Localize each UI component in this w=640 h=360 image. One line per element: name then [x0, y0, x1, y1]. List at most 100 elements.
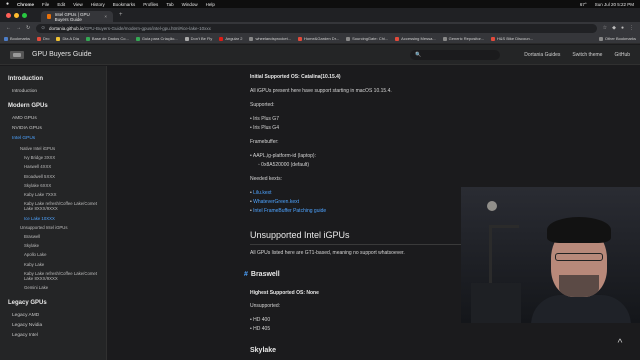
anchor-link-icon[interactable]: # — [244, 271, 248, 278]
unsupported-note: All GPUs listed here are GT1-based, mean… — [250, 250, 405, 256]
kext-link-whatevergreen[interactable]: WhateverGreen.kext — [253, 199, 299, 205]
site-header: GPU Buyers Guide 🔍 Dortania Guides Switc… — [0, 45, 640, 65]
initial-supported-os: Initial Supported OS: Catalina(10.15.4) — [250, 74, 341, 80]
kext-link-lilu[interactable]: Lilu.kext — [253, 190, 271, 196]
active-tab[interactable]: Intel GPUs | GPU Buyers Guide × — [41, 11, 113, 22]
search-icon: 🔍 — [415, 51, 422, 58]
url-path: /GPU-Buyers-Guide/modern-gpus/intel-gpu.… — [83, 25, 211, 31]
sidebar-item-amd[interactable]: AMD GPUs — [8, 114, 106, 124]
bookmark-item[interactable]: Angular 2 — [219, 36, 242, 41]
sidebar-heading[interactable]: Introduction — [8, 76, 106, 82]
kext-link-framebuffer-guide[interactable]: Intel FrameBuffer Patching guide — [253, 208, 326, 214]
webcam-overlay — [461, 187, 640, 323]
bookmark-item[interactable]: Base de Dados Co... — [85, 36, 129, 41]
sidebar-sub-item[interactable]: Skylake 6XXX — [8, 183, 106, 188]
sidebar-sub-item[interactable]: Skylake — [8, 243, 106, 248]
nav-dortania-guides[interactable]: Dortania Guides — [524, 52, 560, 58]
bookmark-item[interactable]: Accessing Messa... — [395, 36, 436, 41]
close-window-button[interactable] — [6, 12, 11, 18]
sidebar-sub-item[interactable]: Ivy Bridge 3XXX — [8, 155, 106, 160]
bookmarks-bar: Bookmarks Dro Dia A Dia Base de Dados Co… — [0, 34, 640, 44]
tab-close-icon[interactable]: × — [104, 14, 107, 19]
address-bar[interactable]: ⊙ dortania.github.io/GPU-Buyers-Guide/mo… — [36, 23, 597, 33]
kexts-label: Needed kexts: — [250, 176, 282, 182]
bookmark-item[interactable]: Home&Garden Dr... — [298, 36, 339, 41]
braswell-unsupported-label: Unsupported: — [250, 303, 281, 309]
sidebar: Introduction Introduction Modern GPUs AM… — [0, 66, 107, 360]
menu-edit[interactable]: Edit — [57, 2, 65, 7]
sidebar-heading[interactable]: Modern GPUs — [8, 103, 106, 109]
weather-status[interactable]: 67° — [580, 2, 587, 7]
unsupported-heading: Unsupported Intel iGPUs — [250, 230, 350, 240]
profile-icon[interactable]: ● — [621, 25, 624, 31]
sidebar-sub-item[interactable]: Kaby Lake refresh/Coffee Lake/Comet Lake… — [8, 201, 106, 211]
sidebar-sub-item[interactable]: Broadwell 5XXX — [8, 174, 106, 179]
minimize-window-button[interactable] — [14, 12, 19, 18]
bookmark-item[interactable]: Don't Be Fly — [184, 36, 212, 41]
sidebar-sub-item[interactable]: Braswell — [8, 234, 106, 239]
sidebar-item-legacy-intel[interactable]: Legacy Intel — [8, 331, 106, 341]
nav-github[interactable]: GitHub — [614, 52, 630, 58]
sidebar-item-legacy-amd[interactable]: Legacy AMD — [8, 311, 106, 321]
menu-history[interactable]: History — [91, 2, 105, 7]
bookmark-item[interactable]: Guia para Criação... — [135, 36, 178, 41]
support-note: All iGPUs present here have support star… — [250, 88, 392, 94]
sidebar-heading[interactable]: Legacy GPUs — [8, 300, 106, 306]
menu-bookmarks[interactable]: Bookmarks — [113, 2, 136, 7]
back-icon[interactable]: ← — [6, 25, 11, 31]
sidebar-sub-item[interactable]: Apollo Lake — [8, 252, 106, 257]
apple-icon[interactable]: ● — [6, 1, 9, 7]
url-host: dortania.github.io — [48, 25, 84, 31]
bookmark-star-icon[interactable]: ☆ — [603, 25, 607, 31]
sidebar-sub-unsupported[interactable]: Unsupported Intel iGPUs — [8, 225, 106, 230]
bookmark-item[interactable]: Bookmarks — [4, 36, 30, 41]
new-tab-button[interactable]: + — [119, 12, 123, 18]
menu-tab[interactable]: Tab — [166, 2, 173, 7]
supported-item: • Iris Plus G4 — [250, 125, 279, 131]
menu-file[interactable]: File — [42, 2, 49, 7]
menu-app-name[interactable]: Chrome — [17, 2, 34, 7]
braswell-heading: # Braswell — [244, 271, 280, 278]
other-bookmarks[interactable]: Other Bookmarks — [598, 36, 636, 41]
sidebar-item-introduction[interactable]: Introduction — [8, 87, 106, 97]
site-logo-icon[interactable] — [10, 50, 24, 59]
bookmark-item[interactable]: wheelandsprocket... — [249, 36, 291, 41]
forward-icon[interactable]: → — [16, 25, 21, 31]
framebuffer-value: ◦ 0x8A520000 (default) — [258, 162, 309, 168]
sidebar-sub-item[interactable]: Haswell 4XXX — [8, 164, 106, 169]
clock-status[interactable]: Sun Jul 20 5:22 PM — [595, 2, 634, 7]
sidebar-sub-item[interactable]: Gemini Lake — [8, 285, 106, 290]
nav-switch-theme[interactable]: Switch theme — [572, 52, 602, 58]
sidebar-item-nvidia[interactable]: NVIDIA GPUs — [8, 124, 106, 134]
maximize-window-button[interactable] — [22, 12, 27, 18]
sidebar-item-legacy-nvidia[interactable]: Legacy Nvidia — [8, 321, 106, 331]
menu-help[interactable]: Help — [206, 2, 215, 7]
site-info-icon[interactable]: ⊙ — [41, 25, 45, 31]
kext-item: • Intel FrameBuffer Patching guide — [250, 208, 327, 214]
sidebar-item-intel[interactable]: Intel GPUs — [8, 134, 106, 144]
menu-window[interactable]: Window — [182, 2, 198, 7]
search-input[interactable]: 🔍 — [410, 49, 501, 60]
more-menu-icon[interactable]: ⋮ — [629, 25, 634, 31]
framebuffer-item: • AAPL,ig-platform-id (laptop): — [250, 153, 316, 159]
reload-icon[interactable]: ↻ — [26, 25, 30, 31]
braswell-item: • HD 405 — [250, 326, 271, 332]
bookmark-item[interactable]: H&S Bike Discoun... — [491, 36, 533, 41]
scroll-to-top-icon[interactable]: ^ — [612, 336, 628, 352]
tab-title: Intel GPUs | GPU Buyers Guide — [54, 11, 90, 22]
extensions-icon[interactable]: ◆ — [612, 25, 616, 31]
sidebar-sub-native[interactable]: Native Intel iGPUs — [8, 146, 106, 151]
sidebar-sub-item[interactable]: Kaby Lake — [8, 262, 106, 267]
site-title[interactable]: GPU Buyers Guide — [32, 51, 92, 58]
bookmark-item[interactable]: Dro — [37, 36, 49, 41]
bookmark-item[interactable]: SourcingGate: Chi... — [346, 36, 388, 41]
sidebar-sub-item[interactable]: Kaby Lake refresh/Coffee Lake/Comet Lake… — [8, 271, 106, 281]
menu-profiles[interactable]: Profiles — [143, 2, 158, 7]
sidebar-sub-item[interactable]: Kaby Lake 7XXX — [8, 192, 106, 197]
bookmark-item[interactable]: Dia A Dia — [56, 36, 79, 41]
framebuffer-label: Framebuffer: — [250, 139, 279, 145]
bookmark-item[interactable]: Generic Repositor... — [442, 36, 484, 41]
menu-view[interactable]: View — [73, 2, 83, 7]
sidebar-sub-item-active[interactable]: Ice Lake 10XXX — [8, 216, 106, 221]
browser-tab-bar: Intel GPUs | GPU Buyers Guide × + — [0, 8, 640, 22]
